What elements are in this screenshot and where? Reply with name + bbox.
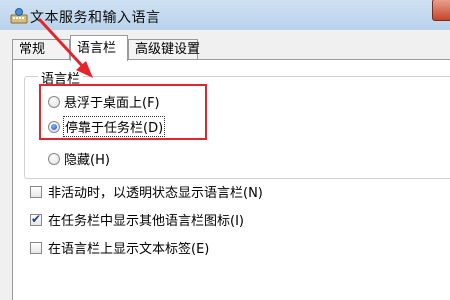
checkbox-additional-icons-in-taskbar[interactable]: 在任务栏中显示其他语言栏图标(I): [30, 210, 244, 229]
radio-float-on-desktop[interactable]: 悬浮于桌面上(F): [48, 92, 160, 111]
checkbox[interactable]: [30, 185, 42, 198]
radio-dock-label: 停靠于任务栏(D): [62, 116, 166, 137]
tab-language-bar[interactable]: 语言栏: [70, 35, 128, 61]
radio-float-label: 悬浮于桌面上(F): [64, 96, 160, 111]
radio-button-checked[interactable]: [48, 120, 60, 133]
checkbox[interactable]: [30, 241, 42, 254]
checkbox-additional-icons-label: 在任务栏中显示其他语言栏图标(I): [48, 214, 244, 229]
title-bar: 文本服务和输入语言: [0, 0, 450, 31]
checkbox-transparent-label: 非活动时，以透明状态显示语言栏(N): [48, 186, 263, 201]
radio-hidden[interactable]: 隐藏(H): [48, 149, 110, 168]
radio-docked-in-taskbar[interactable]: 停靠于任务栏(D): [48, 116, 166, 137]
tab-bar: 常规 语言栏 高级键设置: [0, 30, 450, 61]
tab-general[interactable]: 常规: [12, 39, 70, 59]
tab-advanced-key-settings[interactable]: 高级键设置: [128, 39, 200, 59]
keyboard-app-icon: [10, 8, 28, 24]
checkbox-text-labels[interactable]: 在语言栏上显示文本标签(E): [30, 238, 209, 257]
close-button[interactable]: [432, 0, 450, 21]
radio-hide-label: 隐藏(H): [64, 153, 110, 168]
window-title: 文本服务和输入语言: [30, 10, 161, 26]
checkbox-checked[interactable]: [30, 212, 42, 226]
checkbox-transparent-when-inactive[interactable]: 非活动时，以透明状态显示语言栏(N): [30, 182, 263, 201]
radio-button[interactable]: [48, 95, 60, 108]
checkbox-text-labels-label: 在语言栏上显示文本标签(E): [48, 242, 210, 257]
radio-button[interactable]: [48, 152, 60, 165]
text-services-dialog: 文本服务和输入语言 常规 语言栏 高级键设置 语言栏 悬浮于桌面上(F) 停靠于…: [0, 0, 450, 300]
